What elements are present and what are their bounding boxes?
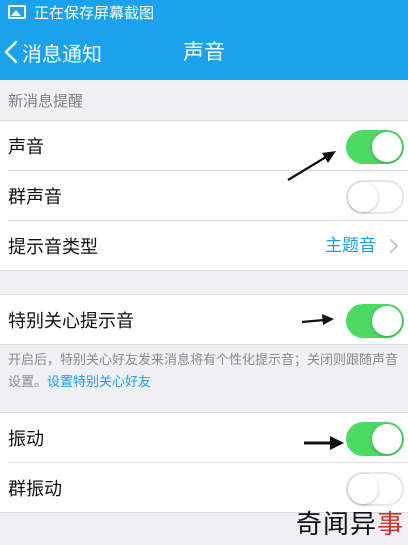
toggle-knob bbox=[372, 424, 402, 454]
status-text: 正在保存屏幕截图 bbox=[34, 3, 155, 22]
special-care-note: 开启后，特别关心好友发来消息将有个性化提示音；关闭则跟随声音设置。设置特别关心好… bbox=[8, 350, 404, 394]
annotation-arrow-icon bbox=[301, 314, 334, 325]
sound-toggle[interactable] bbox=[346, 130, 404, 164]
tone-type-value: 主题音 bbox=[325, 236, 376, 256]
row-group-vibrate-label: 群振动 bbox=[8, 479, 62, 500]
annotation-arrow-icon bbox=[304, 436, 344, 450]
divider bbox=[0, 270, 408, 271]
toggle-knob bbox=[348, 474, 378, 504]
row-special-care-label: 特别关心提示音 bbox=[8, 311, 134, 332]
group-vibrate-toggle[interactable] bbox=[346, 472, 404, 506]
row-sound-label: 声音 bbox=[8, 137, 44, 158]
back-button[interactable]: 消息通知 bbox=[0, 24, 102, 80]
toggle-knob bbox=[348, 182, 378, 212]
row-tone-type-label: 提示音类型 bbox=[8, 237, 98, 258]
row-group-sound: 群声音 bbox=[0, 171, 408, 221]
annotation-arrow-icon bbox=[287, 151, 336, 181]
back-label: 消息通知 bbox=[22, 41, 102, 66]
vibrate-toggle[interactable] bbox=[346, 422, 404, 456]
row-sound: 声音 bbox=[0, 121, 408, 171]
row-tone-type[interactable]: 提示音类型 主题音 bbox=[0, 221, 408, 271]
divider bbox=[0, 344, 408, 345]
row-special-care: 特别关心提示音 bbox=[0, 295, 408, 345]
chevron-right-icon bbox=[390, 239, 398, 253]
nav-bar: 消息通知 声音 bbox=[0, 24, 408, 80]
image-icon bbox=[8, 5, 26, 19]
chevron-left-icon bbox=[4, 40, 18, 64]
row-vibrate-label: 振动 bbox=[8, 429, 44, 450]
toggle-knob bbox=[372, 132, 402, 162]
row-group-sound-label: 群声音 bbox=[8, 187, 62, 208]
status-bar: 正在保存屏幕截图 bbox=[0, 0, 408, 24]
section-header-new-message: 新消息提醒 bbox=[8, 91, 84, 110]
group-sound-toggle[interactable] bbox=[346, 180, 404, 214]
watermark-text-red: 事 bbox=[376, 510, 404, 540]
special-care-toggle[interactable] bbox=[346, 304, 404, 338]
set-special-care-link[interactable]: 设置特别关心好友 bbox=[47, 375, 151, 390]
toggle-knob bbox=[372, 306, 402, 336]
watermark: 奇闻异事 bbox=[296, 504, 404, 541]
watermark-text: 奇闻异 bbox=[295, 510, 377, 540]
row-vibrate: 振动 bbox=[0, 413, 408, 463]
